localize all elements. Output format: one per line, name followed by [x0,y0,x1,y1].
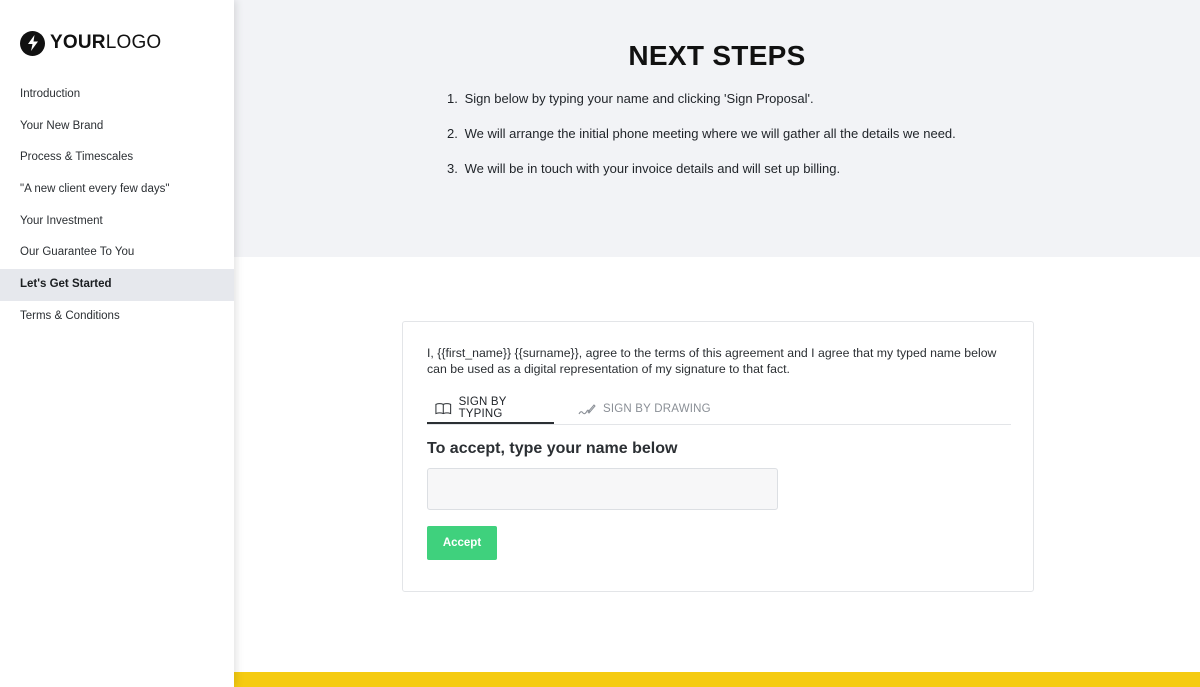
step-text: We will be in touch with your invoice de… [464,161,841,176]
lightning-bolt-icon [20,30,45,56]
logo-text: YOURLOGO [50,32,161,54]
step-number: 1. [447,91,458,106]
logo[interactable]: YOURLOGO [20,30,161,56]
signature-tabs: SIGN BY TYPING SIGN BY DRAWING [427,394,1011,425]
step-item: 2. We will arrange the initial phone mee… [447,124,956,159]
sidebar-item-terms-conditions[interactable]: Terms & Conditions [0,301,234,333]
tab-sign-by-drawing[interactable]: SIGN BY DRAWING [570,394,719,424]
step-item: 1. Sign below by typing your name and cl… [447,89,956,124]
sidebar-item-your-investment[interactable]: Your Investment [0,206,234,238]
tab-sign-by-drawing-label: SIGN BY DRAWING [603,403,711,415]
logo-text-bold: YOUR [50,32,106,53]
sidebar-item-our-guarantee[interactable]: Our Guarantee To You [0,237,234,269]
step-number: 2. [447,126,458,141]
step-text: Sign below by typing your name and click… [464,91,814,106]
step-item: 3. We will be in touch with your invoice… [447,159,956,194]
next-steps-section: NEXT STEPS 1. Sign below by typing your … [234,0,1200,257]
sidebar: YOURLOGO Introduction Your New Brand Pro… [0,0,234,687]
page-title: NEXT STEPS [628,40,806,71]
signature-pen-icon [578,403,596,414]
footer-stripe [234,672,1200,687]
signature-card: I, {{first_name}} {{surname}}, agree to … [402,321,1034,592]
sidebar-item-process-timescales[interactable]: Process & Timescales [0,142,234,174]
sidebar-nav: Introduction Your New Brand Process & Ti… [0,79,234,333]
logo-text-light: LOGO [105,32,162,53]
signature-name-input[interactable] [427,468,778,510]
accept-button[interactable]: Accept [427,526,497,560]
book-icon [435,402,452,414]
tab-sign-by-typing[interactable]: SIGN BY TYPING [427,394,554,424]
sidebar-item-your-new-brand[interactable]: Your New Brand [0,111,234,143]
agreement-text: I, {{first_name}} {{surname}}, agree to … [427,346,997,376]
step-text: We will arrange the initial phone meetin… [464,126,956,141]
accept-heading: To accept, type your name below [427,440,678,457]
sidebar-item-new-client[interactable]: "A new client every few days" [0,174,234,206]
sidebar-item-introduction[interactable]: Introduction [0,79,234,111]
steps-list: 1. Sign below by typing your name and cl… [447,89,956,194]
step-number: 3. [447,161,458,176]
tab-sign-by-typing-label: SIGN BY TYPING [458,396,507,420]
sidebar-item-lets-get-started[interactable]: Let's Get Started [0,269,234,301]
